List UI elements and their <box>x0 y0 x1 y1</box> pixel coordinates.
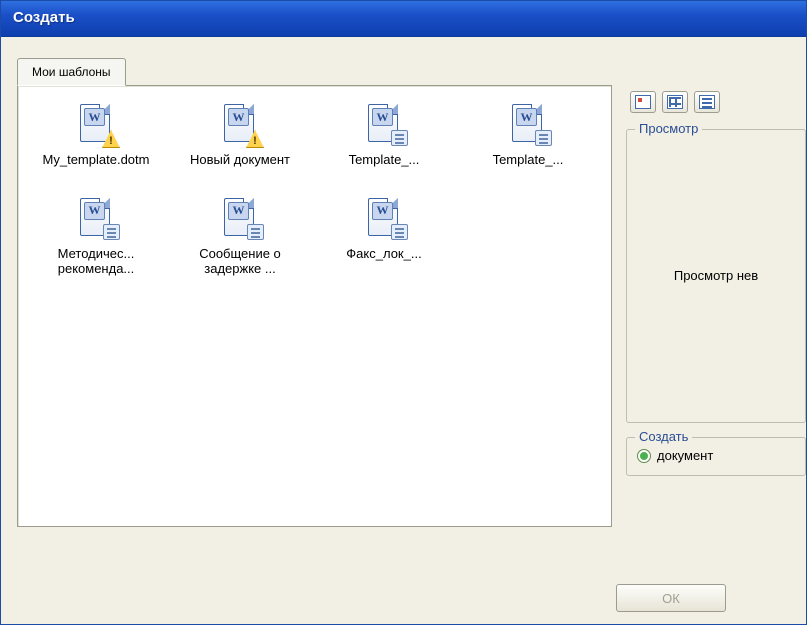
word-template-icon: W <box>362 196 406 240</box>
word-template-icon: W <box>506 102 550 146</box>
tab-label: Мои шаблоны <box>32 65 111 79</box>
tab-strip: Мои шаблоны W! My_template.dotm W! Новый до… <box>17 57 806 527</box>
preview-group: Просмотр Просмотр нев <box>626 129 806 423</box>
template-item[interactable]: W! My_template.dotm <box>26 102 166 168</box>
window-title: Создать <box>13 9 75 26</box>
radio-document-icon <box>637 449 651 463</box>
create-as-legend: Создать <box>635 429 692 444</box>
template-item[interactable]: W Методичес... рекоменда... <box>26 196 166 277</box>
word-template-icon: W <box>362 102 406 146</box>
create-as-group: Создать документ <box>626 437 806 476</box>
template-item-label: Новый документ <box>190 152 290 168</box>
preview-unavailable-label: Просмотр нев <box>674 268 758 283</box>
preview-box: Просмотр нев <box>637 140 795 410</box>
template-item[interactable]: W Факс_лок_... <box>314 196 454 277</box>
template-item[interactable]: W Template_... <box>458 102 598 168</box>
view-details-button[interactable] <box>694 91 720 113</box>
word-template-icon: W! <box>218 102 262 146</box>
create-template-dialog: Создать Мои шаблоны W!My_template.dotmW!… <box>0 0 807 625</box>
tab-my-templates[interactable]: Мои шаблоны <box>17 58 126 86</box>
view-list-button[interactable] <box>662 91 688 113</box>
word-template-icon: W! <box>74 102 118 146</box>
template-item-label: Template_... <box>349 152 420 168</box>
ok-button[interactable]: ОК <box>616 584 726 612</box>
radio-document-row[interactable]: документ <box>637 448 795 463</box>
templates-list: W! My_template.dotm W! Новый документ W Templ… <box>18 86 611 293</box>
ok-button-label: ОК <box>662 591 680 606</box>
template-item-label: Методичес... рекоменда... <box>26 246 166 277</box>
right-column: Просмотр Просмотр нев Создать документ <box>626 85 806 527</box>
templates-panel: W! My_template.dotm W! Новый документ W Templ… <box>17 85 612 527</box>
template-item-label: Template_... <box>493 152 564 168</box>
template-item[interactable]: W! Новый документ <box>170 102 310 168</box>
radio-document-label: документ <box>657 448 713 463</box>
dialog-buttons: ОК <box>616 584 806 612</box>
view-large-icons-button[interactable] <box>630 91 656 113</box>
template-item[interactable]: W Сообщение о задержке ... <box>170 196 310 277</box>
template-item[interactable]: W Template_... <box>314 102 454 168</box>
preview-group-legend: Просмотр <box>635 121 702 136</box>
word-template-icon: W <box>218 196 262 240</box>
view-mode-buttons <box>626 91 806 113</box>
titlebar[interactable]: Создать <box>1 1 806 37</box>
template-item-label: My_template.dotm <box>43 152 150 168</box>
word-template-icon: W <box>74 196 118 240</box>
template-item-label: Сообщение о задержке ... <box>170 246 310 277</box>
template-item-label: Факс_лок_... <box>346 246 421 262</box>
dialog-content: Мои шаблоны W! My_template.dotm W! Новый до… <box>1 37 806 624</box>
